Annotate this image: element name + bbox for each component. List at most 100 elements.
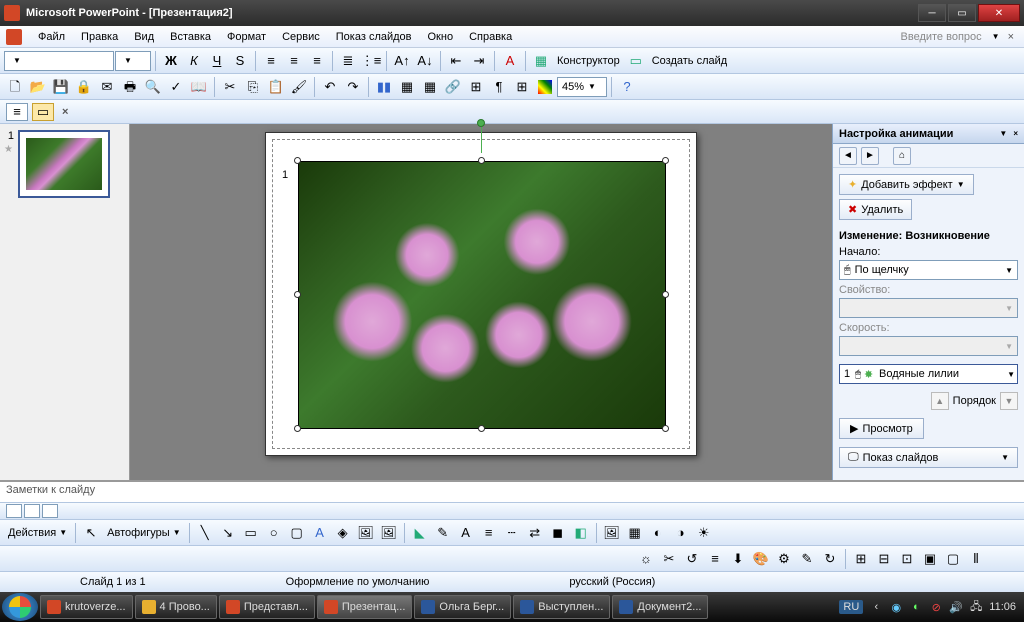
tray-icon[interactable]: ◐ (909, 600, 923, 614)
taskbar-item[interactable]: Ольга Берг... (414, 595, 511, 619)
underline-button[interactable]: Ч (206, 50, 228, 72)
slides-tab[interactable]: ▭ (32, 103, 54, 121)
menu-file[interactable]: Файл (30, 29, 73, 45)
pic-more-contrast-button[interactable]: ◐ (647, 522, 669, 544)
print-preview-button[interactable]: 🔍 (142, 76, 164, 98)
tray-icon[interactable]: ◉ (889, 600, 903, 614)
rotate-left-button[interactable]: ↺ (681, 548, 703, 570)
regroup-button[interactable]: ⊡ (896, 548, 918, 570)
send-back-button[interactable]: ▢ (942, 548, 964, 570)
open-button[interactable]: 📂 (27, 76, 49, 98)
move-up-button[interactable]: ▲ (931, 392, 949, 410)
menu-slideshow[interactable]: Показ слайдов (328, 29, 420, 45)
recolor-button[interactable]: 🎨 (750, 548, 772, 570)
pane-close-button[interactable]: × (1013, 129, 1018, 138)
zoom-combo[interactable]: 45%▼ (557, 77, 607, 97)
reset-picture-button[interactable]: ↻ (819, 548, 841, 570)
thumbnail-preview[interactable] (18, 130, 110, 198)
picture-button[interactable]: 🖼 (378, 522, 400, 544)
taskbar-item[interactable]: krutoverze... (40, 595, 133, 619)
undo-button[interactable]: ↶ (319, 76, 341, 98)
fill-color-button[interactable]: ◣ (409, 522, 431, 544)
bring-front-button[interactable]: ▣ (919, 548, 941, 570)
menu-view[interactable]: Вид (126, 29, 162, 45)
close-panel-button[interactable]: × (62, 106, 68, 118)
taskbar-item[interactable]: Выступлен... (513, 595, 610, 619)
selection-handle-ne[interactable] (662, 157, 669, 164)
format-picture-button[interactable]: ⚙ (773, 548, 795, 570)
start-button[interactable] (2, 593, 38, 621)
selection-handle-n[interactable] (478, 157, 485, 164)
menu-format[interactable]: Формат (219, 29, 274, 45)
rotation-handle[interactable] (477, 119, 485, 127)
selection-handle-w[interactable] (294, 291, 301, 298)
design-icon[interactable]: ▦ (530, 50, 552, 72)
menu-window[interactable]: Окно (420, 29, 462, 45)
format-painter-button[interactable]: 🖌 (288, 76, 310, 98)
print-button[interactable]: 🖶 (119, 76, 141, 98)
slide-editor[interactable]: 1 (130, 124, 832, 480)
paste-button[interactable]: 📋 (265, 76, 287, 98)
tray-network-icon[interactable]: 🖧 (969, 600, 983, 614)
shadow-style-button[interactable]: ◼ (547, 522, 569, 544)
line-color-button[interactable]: ✎ (432, 522, 454, 544)
taskbar-item[interactable]: Документ2... (612, 595, 708, 619)
language-indicator[interactable]: RU (839, 600, 863, 614)
item-dropdown-icon[interactable]: ▼ (1007, 370, 1015, 379)
3d-style-button[interactable]: ◧ (570, 522, 592, 544)
tray-icon[interactable]: ⊘ (929, 600, 943, 614)
shadow-button[interactable]: S (229, 50, 251, 72)
normal-view-button[interactable] (6, 504, 22, 518)
decrease-font-button[interactable]: A↓ (414, 50, 436, 72)
ungroup-button[interactable]: ⊟ (873, 548, 895, 570)
numbered-list-button[interactable]: ≣ (337, 50, 359, 72)
hyperlink-button[interactable]: 🔗 (442, 76, 464, 98)
pane-dropdown-icon[interactable]: ▼ (999, 129, 1007, 138)
outline-tab[interactable]: ≡ (6, 103, 28, 121)
preview-button[interactable]: ▶ Просмотр (839, 418, 924, 439)
minimize-button[interactable]: ─ (918, 4, 946, 22)
taskbar-item[interactable]: 4 Прово... (135, 595, 217, 619)
slide-thumbnail[interactable]: 1 ★ (4, 130, 125, 198)
menu-insert[interactable]: Вставка (162, 29, 219, 45)
insert-picture-button[interactable]: 🖼 (601, 522, 623, 544)
slideshow-view-button[interactable] (42, 504, 58, 518)
arrow-style-button[interactable]: ⇄ (524, 522, 546, 544)
crop-button[interactable]: ✂ (658, 548, 680, 570)
expand-button[interactable]: ⊞ (465, 76, 487, 98)
taskbar-item[interactable]: Презентац... (317, 595, 413, 619)
select-objects-button[interactable]: ↖ (80, 522, 102, 544)
animation-list-item[interactable]: 1 🖱 ✸ Водяные лилии ▼ (839, 364, 1018, 384)
table-button[interactable]: ▦ (396, 76, 418, 98)
diagram-button[interactable]: ◈ (332, 522, 354, 544)
move-down-button[interactable]: ▼ (1000, 392, 1018, 410)
notes-pane[interactable]: Заметки к слайду (0, 480, 1024, 502)
taskbar-item[interactable]: Представл... (219, 595, 315, 619)
new-slide-button[interactable]: Создать слайд (648, 55, 731, 67)
decrease-indent-button[interactable]: ⇤ (445, 50, 467, 72)
increase-indent-button[interactable]: ⇥ (468, 50, 490, 72)
font-family-combo[interactable]: ▼ (4, 51, 114, 71)
oval-button[interactable]: ○ (263, 522, 285, 544)
cut-button[interactable]: ✂ (219, 76, 241, 98)
show-formatting-button[interactable]: ¶ (488, 76, 510, 98)
sorter-view-button[interactable] (24, 504, 40, 518)
align-left-button[interactable]: ≡ (260, 50, 282, 72)
designer-button[interactable]: Конструктор (553, 55, 624, 67)
italic-button[interactable]: К (183, 50, 205, 72)
bulleted-list-button[interactable]: ⋮≡ (360, 50, 382, 72)
increase-font-button[interactable]: A↑ (391, 50, 413, 72)
selection-handle-e[interactable] (662, 291, 669, 298)
save-button[interactable]: 💾 (50, 76, 72, 98)
pic-color-button[interactable]: ▦ (624, 522, 646, 544)
help-search[interactable]: Введите вопрос (901, 31, 988, 43)
grid-button[interactable]: ⊞ (511, 76, 533, 98)
tables-borders-button[interactable]: ▦ (419, 76, 441, 98)
mdi-close-button[interactable]: × (1004, 31, 1018, 43)
selection-handle-se[interactable] (662, 425, 669, 432)
wordart-button[interactable]: A (309, 522, 331, 544)
spellcheck-button[interactable]: ✓ (165, 76, 187, 98)
actions-menu[interactable]: Действия▼ (4, 527, 71, 539)
pane-home-button[interactable]: ⌂ (893, 147, 911, 165)
tray-volume-icon[interactable]: 🔊 (949, 600, 963, 614)
